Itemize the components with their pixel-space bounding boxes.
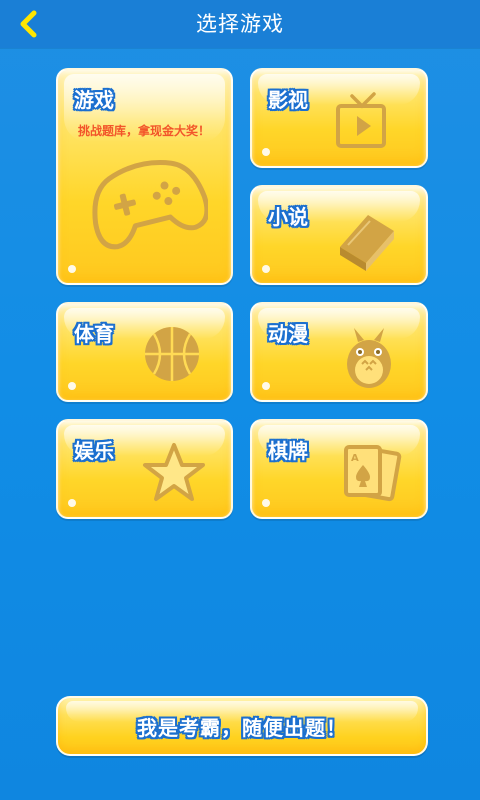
- category-label: 影视: [268, 88, 308, 112]
- totoro-icon: [347, 328, 391, 388]
- category-label: 小说: [268, 205, 308, 229]
- category-subtitle: 挑战题库，拿现金大奖！: [78, 124, 211, 138]
- category-card-anime[interactable]: 动漫: [250, 302, 428, 402]
- random-question-button[interactable]: 我是考霸，随便出题！: [56, 696, 428, 756]
- category-label: 体育: [74, 322, 114, 346]
- category-label: 游戏: [74, 88, 114, 112]
- star-icon: [143, 443, 205, 501]
- category-label: 棋牌: [268, 439, 308, 463]
- category-card-games[interactable]: 游戏 挑战题库，拿现金大奖！: [56, 68, 233, 285]
- category-card-film[interactable]: 影视: [250, 68, 428, 168]
- tv-play-icon: [336, 92, 386, 148]
- playing-cards-icon: A: [344, 445, 402, 502]
- category-card-entertainment[interactable]: 娱乐: [56, 419, 233, 519]
- category-card-board-games[interactable]: 棋牌 A: [250, 419, 428, 519]
- category-card-novel[interactable]: 小说: [250, 185, 428, 285]
- svg-text:A: A: [351, 453, 359, 464]
- gamepad-icon: [92, 160, 208, 250]
- category-label: 动漫: [268, 322, 308, 346]
- category-label: 娱乐: [74, 439, 114, 463]
- random-question-label: 我是考霸，随便出题！: [137, 715, 347, 740]
- book-icon: [340, 215, 394, 271]
- page-title: 选择游戏: [196, 12, 284, 36]
- top-bar: 选择游戏: [0, 0, 480, 48]
- category-card-sports[interactable]: 体育: [56, 302, 233, 402]
- basketball-icon: [145, 327, 199, 381]
